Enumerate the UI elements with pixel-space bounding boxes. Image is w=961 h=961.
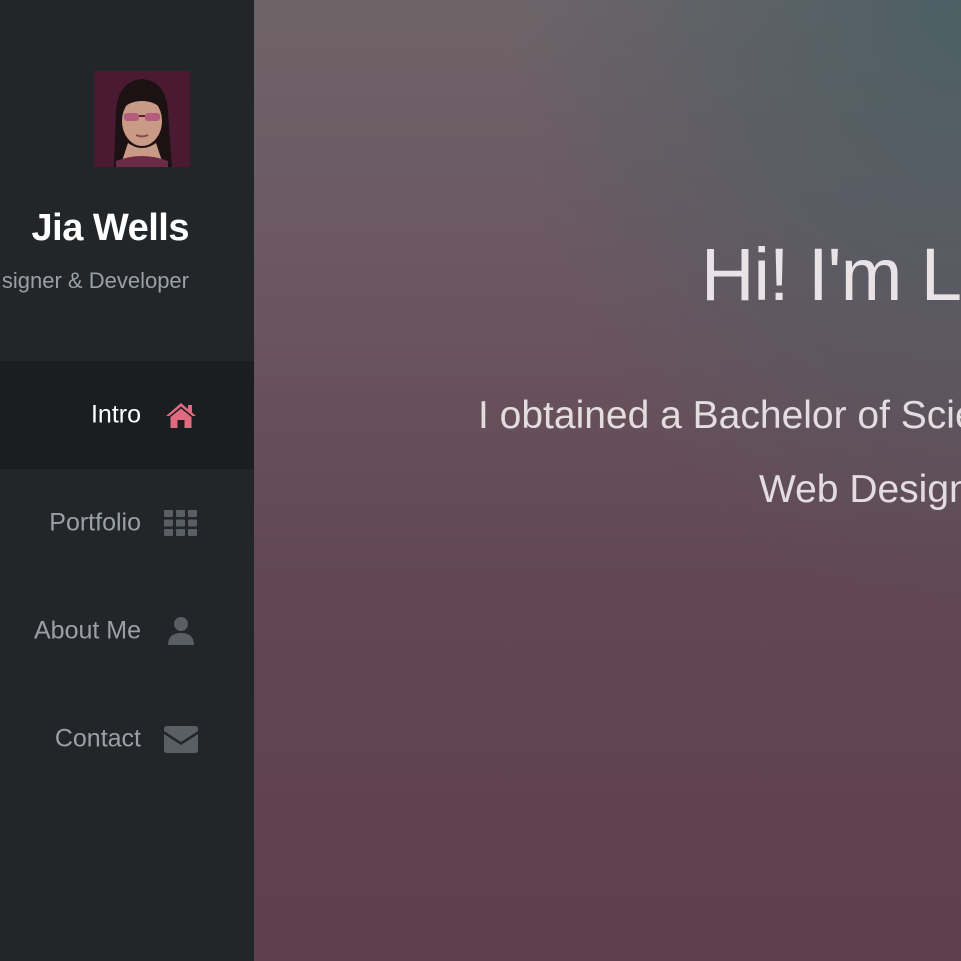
hero-description: I obtained a Bachelor of Scie — [478, 394, 961, 437]
nav-item-label: About Me — [33, 616, 141, 645]
hero-section: Hi! I'm L I obtained a Bachelor of Scie … — [254, 0, 961, 961]
home-icon — [163, 397, 199, 433]
nav-item-intro[interactable]: Intro — [0, 361, 254, 469]
hero-title: Hi! I'm L — [701, 233, 961, 316]
nav-item-portfolio[interactable]: Portfolio — [0, 469, 254, 577]
hero-description-line2: Web Design — [759, 468, 961, 511]
sidebar: Jia Wells signer & Developer Intro Portf… — [0, 0, 254, 961]
avatar-photo — [94, 71, 190, 167]
nav-item-label: Intro — [90, 400, 141, 429]
grid-icon — [163, 505, 199, 541]
nav-item-label: Portfolio — [49, 508, 141, 537]
user-icon — [163, 613, 199, 649]
envelope-icon — [163, 721, 199, 757]
nav-item-label: Contact — [54, 724, 141, 753]
sidebar-nav: Intro Portfolio About Me Contact — [0, 361, 254, 793]
page: Jia Wells signer & Developer Intro Portf… — [0, 0, 961, 961]
nav-item-contact[interactable]: Contact — [0, 685, 254, 793]
avatar — [94, 71, 190, 167]
profile-role: signer & Developer — [1, 268, 189, 293]
nav-item-about-me[interactable]: About Me — [0, 577, 254, 685]
profile-name: Jia Wells — [31, 207, 190, 249]
